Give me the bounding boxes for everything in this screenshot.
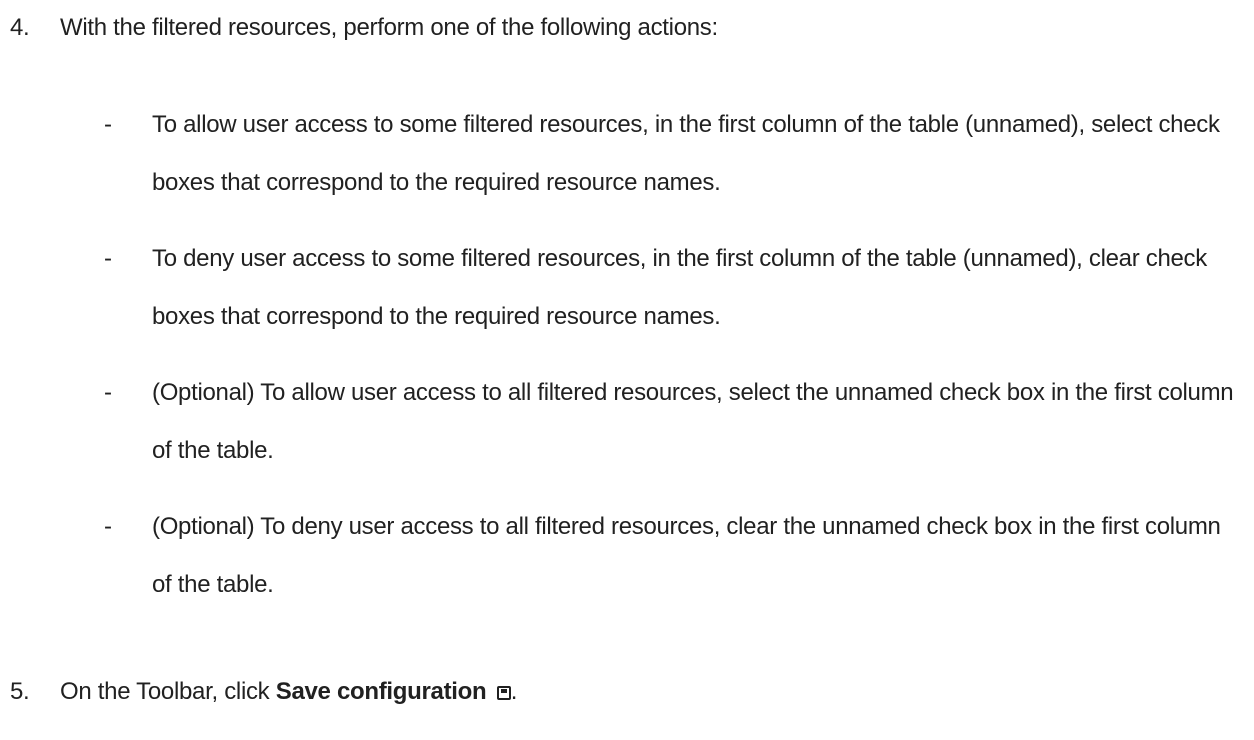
list-item: - To allow user access to some filtered … — [104, 96, 1244, 212]
list-marker: - — [104, 379, 112, 406]
list-marker: - — [104, 513, 112, 540]
step-4: 4. With the filtered resources, perform o… — [10, 12, 718, 44]
list-item-text: (Optional) To deny user access to all fi… — [152, 513, 1221, 598]
step-text-suffix: . — [510, 678, 518, 705]
save-icon — [496, 686, 511, 700]
list-item-text: (Optional) To allow user access to all f… — [152, 379, 1234, 464]
list-marker: - — [104, 111, 112, 138]
list-item: - (Optional) To allow user access to all… — [104, 364, 1244, 480]
step-number: 4. — [10, 14, 30, 41]
save-configuration-label: Save configuration — [275, 678, 487, 705]
list-item: - (Optional) To deny user access to all … — [104, 498, 1244, 614]
step-5: 5. On the Toolbar, click Save configurati… — [10, 676, 517, 708]
step-text-prefix: On the Toolbar, click — [60, 678, 276, 705]
list-marker: - — [104, 245, 112, 272]
list-item-text: To deny user access to some filtered res… — [152, 245, 1207, 330]
step-text: With the filtered resources, perform one… — [60, 14, 718, 41]
action-list: - To allow user access to some filtered … — [104, 96, 1244, 632]
list-item-text: To allow user access to some filtered re… — [152, 111, 1220, 196]
step-number: 5. — [10, 678, 30, 705]
list-item: - To deny user access to some filtered r… — [104, 230, 1244, 346]
